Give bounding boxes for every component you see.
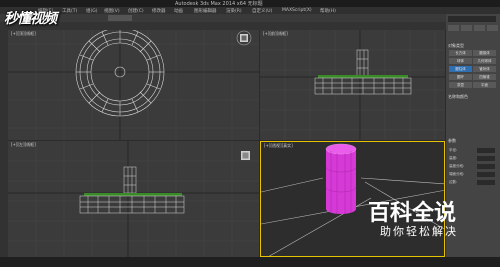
parameters-heading: 参数 (448, 138, 456, 143)
button-tube[interactable]: 管状体 (473, 66, 496, 72)
tab-hierarchy[interactable] (474, 25, 485, 31)
tab-modify[interactable] (461, 25, 472, 31)
cylinder-object[interactable] (325, 143, 357, 214)
window-title: Autodesk 3ds Max 2014 x64 无标题 (175, 1, 263, 7)
param-height: 高度: (449, 156, 497, 161)
param-cap-segments-field[interactable] (477, 172, 495, 177)
param-cap-segments-label: 端面分段: (449, 172, 465, 176)
button-cylinder[interactable]: 圆柱体 (449, 66, 472, 72)
viewport-left-label[interactable]: [+][左][线框] (11, 142, 36, 148)
viewcube-icon[interactable] (236, 30, 252, 46)
button-pyramid[interactable]: 四棱锥 (473, 74, 496, 80)
param-radius-field[interactable] (477, 148, 495, 153)
grass-band (318, 75, 408, 78)
watermark-brand-subtitle: 助你轻松解决 (380, 225, 458, 238)
status-bar (0, 257, 500, 267)
tab-create[interactable] (448, 25, 459, 31)
tab-motion[interactable] (487, 25, 498, 31)
viewport-left[interactable]: [+][左][线框] (8, 141, 259, 257)
panel-tabs (448, 25, 498, 31)
viewport-front-label[interactable]: [+][前][线框] (263, 31, 288, 37)
param-sides-label: 边数: (449, 180, 458, 184)
main-toolbar (0, 14, 446, 22)
viewport-perspective-label[interactable]: [+][透视][真实] (264, 143, 293, 149)
title-bar: Autodesk 3ds Max 2014 x64 无标题 (0, 0, 500, 7)
viewport-top-canvas (8, 30, 259, 140)
param-cap-segments: 端面分段: (449, 172, 497, 177)
ring-left-wire[interactable] (79, 195, 185, 214)
button-torus[interactable]: 圆环 (449, 74, 472, 80)
object-type-heading: 对象类型 (448, 43, 464, 48)
param-sides: 边数: (449, 180, 497, 185)
viewport-top[interactable]: [+][顶][线框] (8, 30, 259, 140)
viewport-front-canvas (260, 30, 445, 140)
param-radius: 半径: (449, 148, 497, 153)
cylinder-left-wire[interactable] (123, 166, 137, 194)
button-cone[interactable]: 圆锥体 (473, 50, 496, 56)
viewport-left-canvas (8, 141, 259, 257)
param-height-segments-label: 高度分段: (449, 164, 465, 168)
button-geosphere[interactable]: 几何球体 (473, 58, 496, 64)
watermark-top-left: 秒懂视频 (4, 11, 57, 27)
grass-band (84, 193, 182, 196)
button-box[interactable]: 长方体 (449, 50, 472, 56)
panel-search-field[interactable] (448, 16, 496, 22)
param-height-field[interactable] (477, 156, 495, 161)
viewport-top-label[interactable]: [+][顶][线框] (11, 31, 36, 37)
menu-bar: 编辑(E) 工具(T) 组(G) 视图(V) 创建(C) 修改器 动画 图形编辑… (0, 7, 500, 14)
name-color-heading: 名称和颜色 (448, 94, 468, 99)
param-height-label: 高度: (449, 156, 458, 160)
param-radius-label: 半径: (449, 148, 458, 152)
selection-filter-dropdown[interactable] (108, 15, 132, 21)
viewport-front[interactable]: [+][前][线框] (260, 30, 445, 140)
param-height-segments-field[interactable] (477, 164, 495, 169)
button-teapot[interactable]: 茶壶 (449, 82, 472, 88)
button-sphere[interactable]: 球体 (449, 58, 472, 64)
param-sides-field[interactable] (477, 180, 495, 185)
button-plane[interactable]: 平面 (473, 82, 496, 88)
ring-front-wire[interactable] (314, 77, 412, 95)
param-height-segments: 高度分段: (449, 164, 497, 169)
viewcube-icon[interactable] (241, 151, 250, 160)
ribbon (0, 22, 446, 30)
menu-maxscript[interactable]: MAXScript(X) (282, 8, 312, 13)
left-toolstrip (0, 30, 8, 257)
cylinder-front-wire[interactable] (356, 49, 369, 78)
